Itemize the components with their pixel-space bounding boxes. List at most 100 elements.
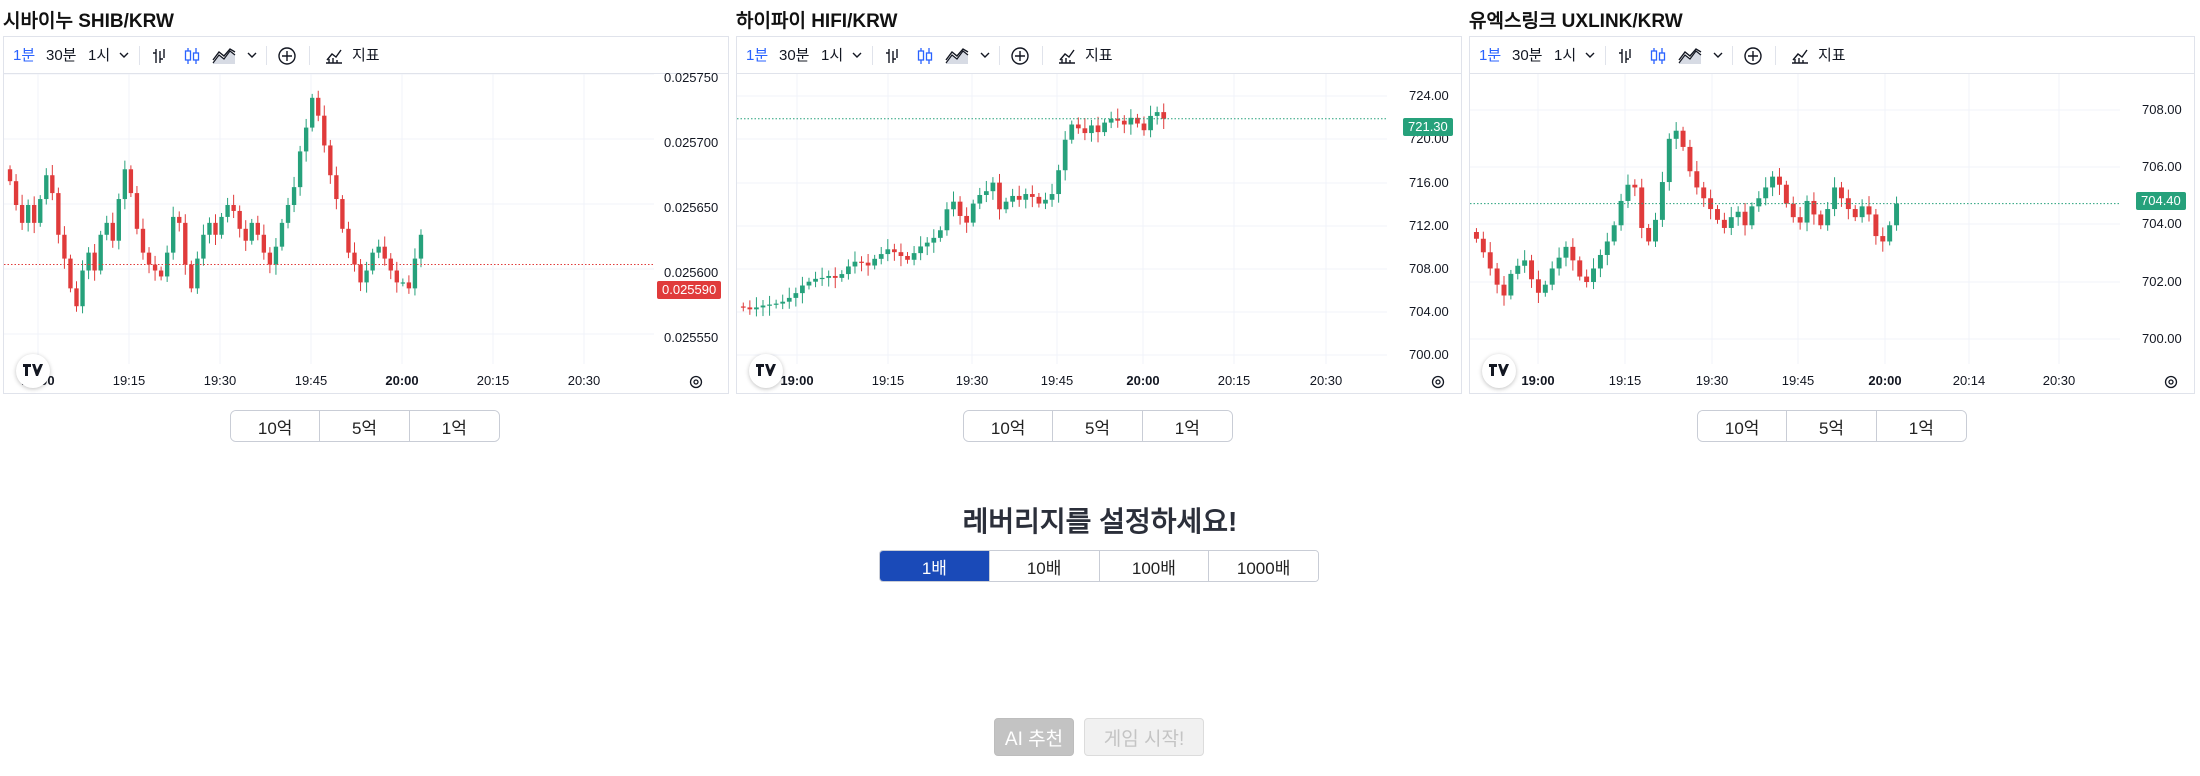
candle xyxy=(911,253,917,260)
indicators-button[interactable]: 지표 xyxy=(1085,37,1113,74)
chevron-down-icon[interactable] xyxy=(1713,50,1723,60)
timeframe-1m-button[interactable]: 1분 xyxy=(1479,37,1501,74)
settings-gear-icon[interactable] xyxy=(2163,374,2179,390)
leverage-heading: 레버리지를 설정하세요! xyxy=(962,506,1238,537)
candlestick-icon[interactable] xyxy=(182,46,202,66)
add-plus-icon[interactable] xyxy=(1743,46,1763,66)
x-tick-label: 19:30 xyxy=(203,373,237,388)
candle xyxy=(806,281,812,286)
indicators-icon[interactable] xyxy=(324,46,344,66)
area-chart-icon[interactable] xyxy=(212,46,236,66)
candle xyxy=(1604,241,1610,255)
indicators-icon[interactable] xyxy=(1790,46,1810,66)
candle xyxy=(243,228,248,241)
ai-recommend-button[interactable]: AI 추천 xyxy=(994,718,1074,756)
indicators-icon[interactable] xyxy=(1057,46,1077,66)
x-tick-label: 19:30 xyxy=(1695,373,1729,388)
candle xyxy=(1522,260,1528,266)
chart-toolbar: 1분 30분 1시 지표 xyxy=(4,37,728,74)
candle xyxy=(1735,211,1741,218)
timeframe-1m-button[interactable]: 1분 xyxy=(13,37,35,74)
chevron-down-icon[interactable] xyxy=(1585,50,1595,60)
candlestick-icon[interactable] xyxy=(915,46,935,66)
x-tick-label: 20:30 xyxy=(1309,373,1343,388)
candle xyxy=(177,216,182,223)
bar-style-icon[interactable] xyxy=(1616,46,1636,66)
candle xyxy=(924,242,930,247)
candle xyxy=(1666,138,1672,183)
timeframe-1h-button[interactable]: 1시 xyxy=(1554,37,1576,74)
bar-style-icon[interactable] xyxy=(883,46,903,66)
candlestick-icon[interactable] xyxy=(1648,46,1668,66)
candle xyxy=(1701,187,1707,199)
candle xyxy=(328,145,333,176)
chevron-down-icon[interactable] xyxy=(247,50,257,60)
candle xyxy=(1763,187,1769,199)
timeframe-1h-button[interactable]: 1시 xyxy=(88,37,110,74)
candle xyxy=(1010,195,1015,202)
y-tick-label: 716.00 xyxy=(1409,175,1449,190)
timeframe-30m-button[interactable]: 30분 xyxy=(46,37,77,74)
candle xyxy=(86,252,91,271)
bar-style-icon[interactable] xyxy=(150,46,170,66)
candle xyxy=(80,270,85,307)
candle xyxy=(418,234,424,259)
start-game-button[interactable]: 게임 시작! xyxy=(1084,718,1204,756)
candle xyxy=(255,222,260,235)
x-tick-label: 20:00 xyxy=(1126,373,1160,388)
candle xyxy=(68,258,73,289)
candle xyxy=(1825,209,1831,226)
lot-10b-button[interactable]: 10억 xyxy=(231,411,321,441)
leverage-1x-button[interactable]: 1배 xyxy=(880,551,990,581)
candle xyxy=(1770,176,1776,188)
candle xyxy=(1611,225,1617,242)
area-chart-icon[interactable] xyxy=(945,46,969,66)
tradingview-logo[interactable] xyxy=(16,354,50,388)
chart-plot-area[interactable]: 708.00 706.00 704.00 702.00 700.00 704.4… xyxy=(1470,74,2194,394)
candle xyxy=(892,249,897,253)
chevron-down-icon[interactable] xyxy=(980,50,990,60)
timeframe-30m-button[interactable]: 30분 xyxy=(779,37,810,74)
chart-plot-area[interactable]: 724.00 720.00 716.00 712.00 708.00 704.0… xyxy=(737,74,1461,394)
lot-1b-button[interactable]: 1억 xyxy=(409,411,499,441)
candle xyxy=(1618,200,1624,226)
area-chart-icon[interactable] xyxy=(1678,46,1702,66)
add-plus-icon[interactable] xyxy=(277,46,297,66)
indicators-button[interactable]: 지표 xyxy=(1818,37,1846,74)
timeframe-1m-button[interactable]: 1분 xyxy=(746,37,768,74)
lot-10b-button[interactable]: 10억 xyxy=(1698,411,1788,441)
tradingview-logo[interactable] xyxy=(1482,354,1516,388)
settings-gear-icon[interactable] xyxy=(1430,374,1446,390)
candle xyxy=(839,274,845,278)
chevron-down-icon[interactable] xyxy=(119,50,129,60)
candle xyxy=(1043,199,1048,204)
candle xyxy=(1108,118,1114,123)
lot-5b-button[interactable]: 5억 xyxy=(1787,411,1877,441)
indicators-button[interactable]: 지표 xyxy=(352,37,380,74)
lot-10b-button[interactable]: 10억 xyxy=(964,411,1054,441)
candle xyxy=(1680,130,1686,147)
candle xyxy=(1694,171,1700,188)
chart-plot-area[interactable]: 0.025750 0.025700 0.025650 0.025600 0.02… xyxy=(4,70,728,394)
candle xyxy=(261,234,267,253)
lot-5b-button[interactable]: 5억 xyxy=(320,411,410,441)
lot-1b-button[interactable]: 1억 xyxy=(1142,411,1232,441)
x-tick-label: 19:00 xyxy=(780,373,814,388)
settings-gear-icon[interactable] xyxy=(688,374,704,390)
add-plus-icon[interactable] xyxy=(1010,46,1030,66)
timeframe-1h-button[interactable]: 1시 xyxy=(821,37,843,74)
y-tick-label: 0.025750 xyxy=(664,70,719,85)
candle xyxy=(1783,184,1789,204)
lot-5b-button[interactable]: 5억 xyxy=(1053,411,1143,441)
leverage-100x-button[interactable]: 100배 xyxy=(1099,551,1210,581)
chevron-down-icon[interactable] xyxy=(852,50,862,60)
lot-1b-button[interactable]: 1억 xyxy=(1876,411,1966,441)
leverage-10x-button[interactable]: 10배 xyxy=(989,551,1100,581)
leverage-1000x-button[interactable]: 1000배 xyxy=(1209,551,1318,581)
candle xyxy=(1653,219,1658,242)
candle xyxy=(931,237,937,243)
candle xyxy=(19,205,25,223)
timeframe-30m-button[interactable]: 30분 xyxy=(1512,37,1543,74)
tradingview-logo[interactable] xyxy=(749,354,783,388)
candle xyxy=(152,264,158,271)
